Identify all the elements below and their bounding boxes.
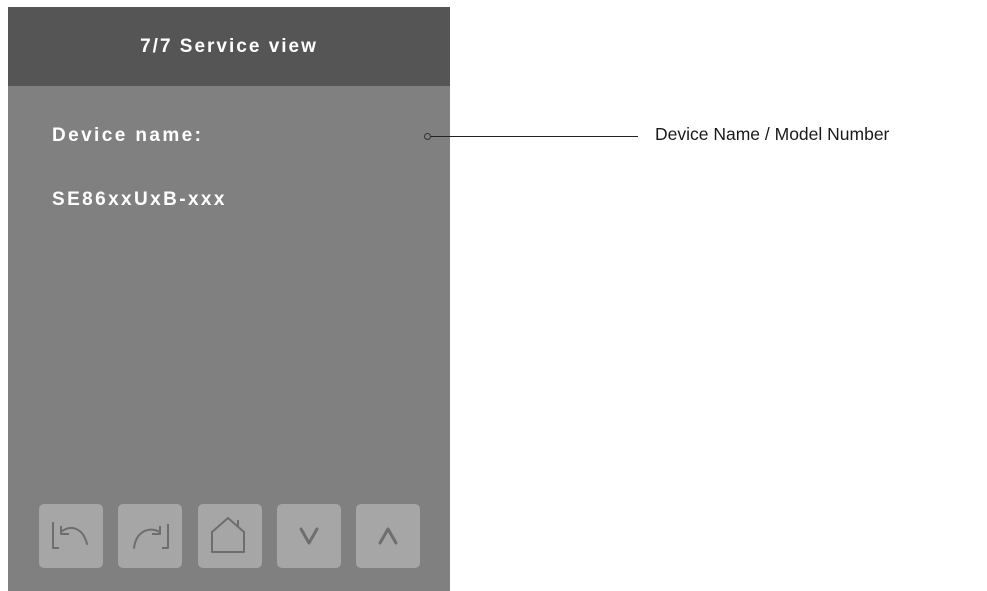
callout-label: Device Name / Model Number	[655, 124, 890, 144]
thermostat-screen: 7/7 Service view Device name: SE86xxUxB-…	[8, 7, 450, 591]
device-name-label: Device name:	[52, 125, 204, 146]
screen-header: 7/7 Service view	[8, 7, 450, 86]
back-button[interactable]	[39, 504, 103, 568]
scroll-up-button[interactable]	[356, 504, 420, 568]
callout-anchor-dot	[424, 133, 431, 140]
undo-back-icon	[52, 522, 88, 549]
chevron-up-icon	[378, 527, 398, 545]
device-name-value: SE86xxUxB-xxx	[52, 189, 227, 210]
nav-button-bar	[39, 504, 421, 568]
chevron-down-icon	[299, 527, 319, 545]
redo-forward-icon	[133, 524, 169, 549]
home-icon	[211, 517, 245, 553]
home-button[interactable]	[198, 504, 262, 568]
scroll-down-button[interactable]	[277, 504, 341, 568]
forward-button[interactable]	[118, 504, 182, 568]
page-title: 7/7 Service view	[140, 35, 318, 57]
callout-leader-line	[431, 136, 638, 137]
